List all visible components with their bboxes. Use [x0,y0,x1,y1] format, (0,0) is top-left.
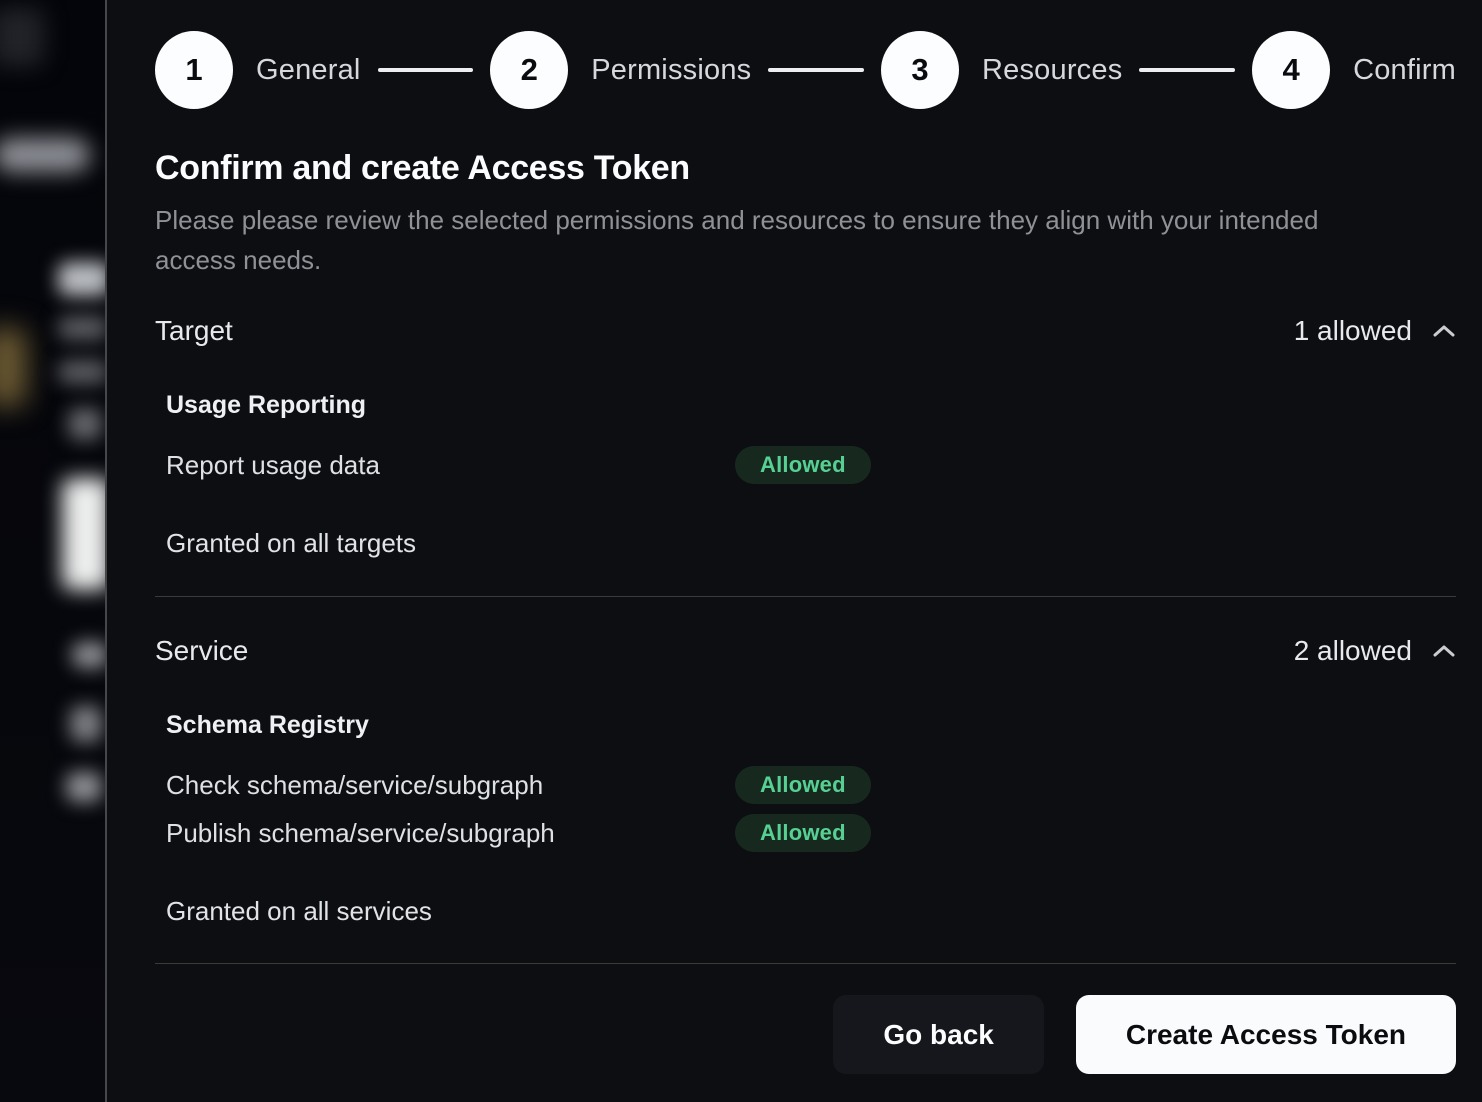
permission-label: Report usage data [166,450,735,481]
blurred-icon [68,408,102,440]
footer-divider [155,963,1456,964]
permission-label: Check schema/service/subgraph [166,770,735,801]
section-title: Target [155,315,233,347]
section-header-target: Target 1 allowed [155,315,1456,347]
status-badge-allowed: Allowed [735,814,871,852]
blurred-text-line [58,316,107,340]
blurred-page-heading [58,262,107,296]
section-header-service: Service 2 allowed [155,635,1456,667]
section-collapse-toggle[interactable]: 1 allowed [1294,315,1456,347]
permission-row: Check schema/service/subgraph Allowed [166,766,1456,804]
permission-row: Report usage data Allowed [166,446,1456,484]
blurred-background-app [0,0,107,1102]
modal-footer: Go back Create Access Token [155,995,1456,1074]
step-label: Confirm [1353,54,1456,87]
step-connector-line [768,68,864,72]
blurred-highlight [0,328,26,406]
step-number-badge: 3 [881,31,959,109]
step-connector-line [1139,68,1235,72]
step-confirm[interactable]: 4 Confirm [1252,31,1456,109]
status-badge-allowed: Allowed [735,766,871,804]
section-divider [155,596,1456,597]
step-connector-line [378,68,474,72]
step-label: Resources [982,54,1122,87]
go-back-button[interactable]: Go back [833,995,1043,1074]
step-permissions[interactable]: 2 Permissions [490,31,751,109]
blurred-nav-item [0,138,90,172]
create-access-token-button[interactable]: Create Access Token [1076,995,1456,1074]
blurred-sidebar-item [66,772,102,802]
step-label: General [256,54,361,87]
granted-scope-note: Granted on all services [166,896,1456,927]
create-access-token-panel: 1 General 2 Permissions 3 Resources 4 Co… [105,0,1482,1102]
chevron-up-icon[interactable] [1432,323,1456,339]
section-collapse-toggle[interactable]: 2 allowed [1294,635,1456,667]
permission-group-heading: Usage Reporting [166,391,1456,420]
blurred-sidebar-item [72,642,107,668]
permission-group-heading: Schema Registry [166,711,1456,740]
blurred-text-line [58,360,107,384]
step-general[interactable]: 1 General [155,31,361,109]
step-number-badge: 2 [490,31,568,109]
section-title: Service [155,635,248,667]
blurred-logo [0,8,44,66]
granted-scope-note: Granted on all targets [166,528,1456,559]
blurred-card [62,478,107,590]
wizard-stepper: 1 General 2 Permissions 3 Resources 4 Co… [155,31,1456,109]
blurred-sidebar-item [70,706,102,742]
step-number-badge: 1 [155,31,233,109]
step-resources[interactable]: 3 Resources [881,31,1122,109]
page-title: Confirm and create Access Token [155,149,1456,188]
page-subtitle: Please please review the selected permis… [155,200,1395,280]
chevron-up-icon[interactable] [1432,643,1456,659]
allowed-count-badge: 1 allowed [1294,315,1412,347]
allowed-count-badge: 2 allowed [1294,635,1412,667]
permission-row: Publish schema/service/subgraph Allowed [166,814,1456,852]
status-badge-allowed: Allowed [735,446,871,484]
permission-label: Publish schema/service/subgraph [166,818,735,849]
step-number-badge: 4 [1252,31,1330,109]
step-label: Permissions [591,54,751,87]
